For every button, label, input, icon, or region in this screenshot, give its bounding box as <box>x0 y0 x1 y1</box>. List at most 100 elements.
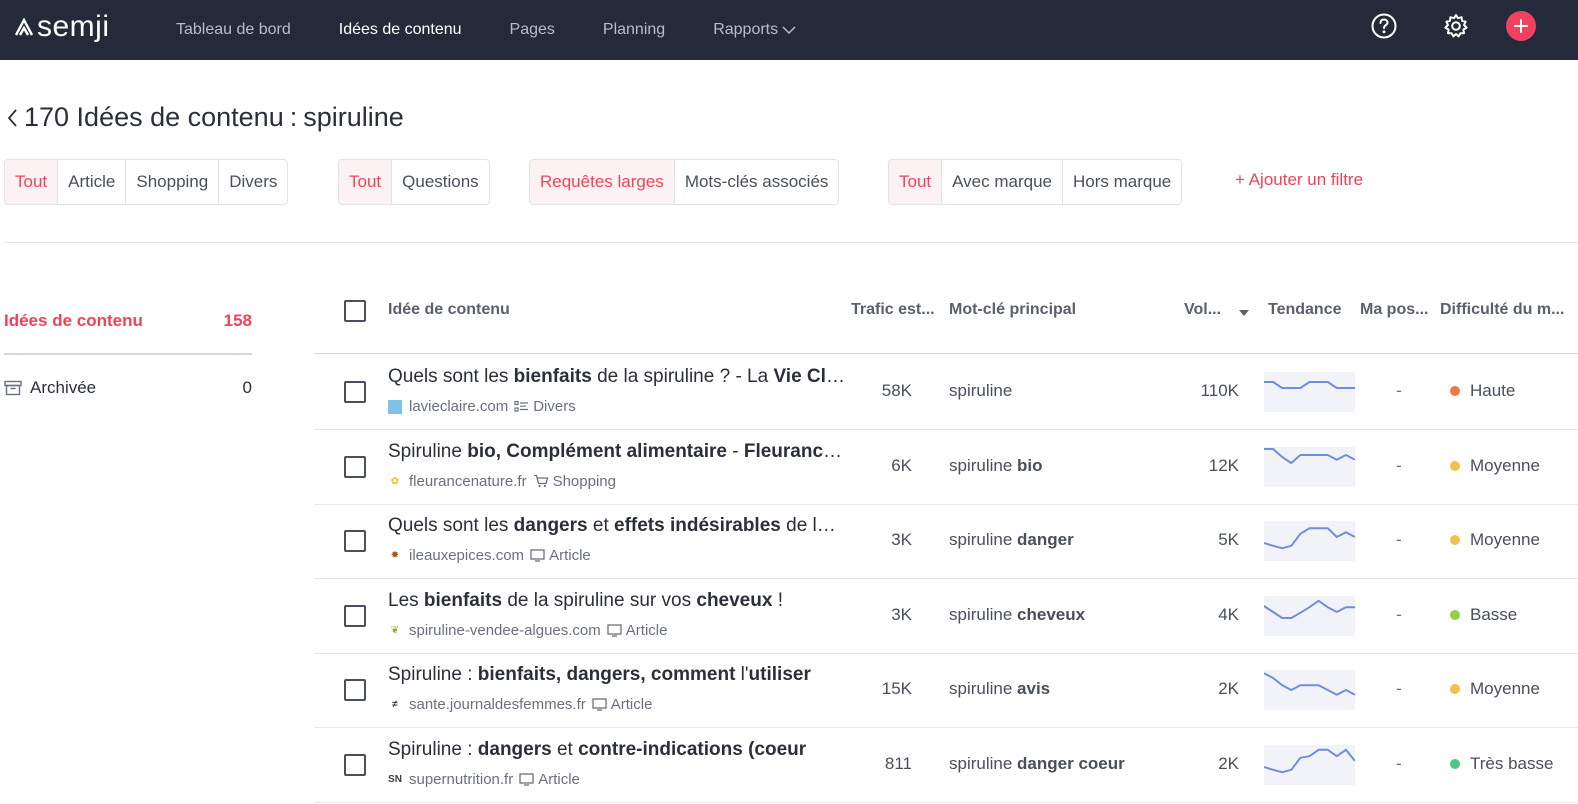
idea-type: Divers <box>533 398 576 415</box>
column-header-difficulty[interactable]: Difficulté du m... <box>1440 301 1578 319</box>
filter-brand-with[interactable]: Avec marque <box>941 160 1062 204</box>
idea-meta: ✸ ileauxepices.com Article <box>388 547 591 564</box>
back-button[interactable] <box>6 107 18 129</box>
nav-item-reports[interactable]: Rapports <box>713 21 796 39</box>
help-button[interactable] <box>1369 11 1399 41</box>
idea-meta: ≠ sante.journaldesfemmes.fr Article <box>388 696 652 713</box>
filter-type-all[interactable]: Tout <box>5 160 58 204</box>
column-header-volume[interactable]: Vol... <box>1184 301 1234 319</box>
chevron-left-icon <box>7 108 17 127</box>
position-value: - <box>1396 753 1402 773</box>
main-keyword[interactable]: spiruline danger <box>949 530 1074 550</box>
position-value: - <box>1396 455 1402 475</box>
table-row[interactable]: Les bienfaits de la spiruline sur vos ch… <box>314 579 1578 654</box>
filter-questions-only[interactable]: Questions <box>391 160 489 204</box>
sort-down-icon[interactable] <box>1238 309 1250 317</box>
table-row[interactable]: Spiruline : dangers et contre-indication… <box>314 728 1578 803</box>
idea-meta: ✿ fleurancenature.fr Shopping <box>388 473 616 490</box>
table-row[interactable]: Spiruline : bienfaits, dangers, comment … <box>314 653 1578 728</box>
traffic-value: 6K <box>891 455 912 475</box>
main-keyword[interactable]: spiruline bio <box>949 456 1043 476</box>
idea-type: Article <box>625 621 668 639</box>
main-nav: Tableau de bord Idées de contenu Pages P… <box>176 0 844 60</box>
filter-type-article[interactable]: Article <box>57 160 125 204</box>
brand-filter: Tout Avec marque Hors marque <box>888 159 1183 205</box>
settings-button[interactable] <box>1441 11 1471 41</box>
row-checkbox[interactable] <box>344 455 366 478</box>
nav-item-dashboard[interactable]: Tableau de bord <box>176 21 291 39</box>
idea-type: Article <box>610 696 653 713</box>
idea-domain[interactable]: fleurancenature.fr <box>409 473 527 490</box>
trend-sparkline <box>1264 744 1355 785</box>
difficulty-dot-icon <box>1450 460 1460 471</box>
idea-title[interactable]: Les bienfaits de la spiruline sur vos ch… <box>388 590 846 612</box>
traffic-value: 811 <box>884 753 912 773</box>
idea-title[interactable]: Spiruline : dangers et contre-indication… <box>388 739 846 761</box>
idea-title[interactable]: Spiruline bio, Complément alimentaire - … <box>388 441 846 463</box>
nav-item-pages[interactable]: Pages <box>510 21 555 39</box>
traffic-value: 3K <box>891 604 912 624</box>
sidebar-item-count: 158 <box>223 311 252 330</box>
plus-icon <box>1514 19 1528 33</box>
idea-type: Shopping <box>552 472 616 490</box>
idea-title[interactable]: Quels sont les dangers et effets indésir… <box>388 515 846 537</box>
site-favicon-icon: ≠ <box>392 699 398 710</box>
difficulty-label: Moyenne <box>1470 455 1540 475</box>
column-header-traffic[interactable]: Trafic est... <box>851 301 941 319</box>
column-header-keyword[interactable]: Mot-clé principal <box>949 301 1076 319</box>
volume-value: 12K <box>1208 455 1239 475</box>
idea-domain[interactable]: supernutrition.fr <box>409 771 513 788</box>
row-checkbox[interactable] <box>344 679 366 701</box>
column-header-idea[interactable]: Idée de contenu <box>388 301 510 319</box>
table-row[interactable]: Spiruline bio, Complément alimentaire - … <box>314 430 1578 505</box>
difficulty-dot-icon <box>1450 386 1460 396</box>
row-checkbox[interactable] <box>344 753 366 776</box>
nav-item-planning[interactable]: Planning <box>603 21 665 39</box>
position-value: - <box>1396 530 1402 549</box>
traffic-value: 3K <box>891 530 912 549</box>
column-header-trend[interactable]: Tendance <box>1268 301 1342 319</box>
idea-domain[interactable]: ileauxepices.com <box>409 547 524 564</box>
main-keyword[interactable]: spiruline cheveux <box>949 605 1085 625</box>
sidebar-item-archived[interactable]: Archivée 0 <box>4 378 252 398</box>
difficulty-label: Basse <box>1470 604 1518 624</box>
select-all-checkbox[interactable] <box>344 300 366 322</box>
difficulty-badge: Moyenne <box>1450 530 1540 550</box>
add-filter-button[interactable]: + Ajouter un filtre <box>1235 170 1363 190</box>
main-keyword[interactable]: spiruline danger coeur <box>949 754 1125 774</box>
chevron-down-icon <box>782 26 796 35</box>
row-checkbox[interactable] <box>344 530 366 552</box>
filter-brand-without[interactable]: Hors marque <box>1062 160 1181 204</box>
main-keyword[interactable]: spiruline avis <box>949 679 1050 699</box>
idea-title[interactable]: Quels sont les bienfaits de la spiruline… <box>388 366 846 388</box>
sidebar-item-content-ideas[interactable]: Idées de contenu 158 <box>4 311 252 331</box>
table-row[interactable]: Quels sont les bienfaits de la spiruline… <box>314 355 1578 430</box>
filter-related-keywords[interactable]: Mots-clés associés <box>673 160 839 204</box>
logo-text: semji <box>37 10 110 43</box>
page-title-keyword: spiruline <box>303 102 404 132</box>
idea-domain[interactable]: sante.journaldesfemmes.fr <box>409 696 586 713</box>
filter-type-shopping[interactable]: Shopping <box>125 160 218 204</box>
list-icon <box>514 400 529 413</box>
row-checkbox[interactable] <box>344 604 366 627</box>
nav-item-content-ideas[interactable]: Idées de contenu <box>339 21 462 39</box>
idea-domain[interactable]: lavieclaire.com <box>409 398 508 415</box>
main-keyword[interactable]: spiruline <box>949 381 1012 401</box>
site-favicon-icon: ❦ <box>390 624 400 636</box>
difficulty-dot-icon <box>1450 684 1460 694</box>
column-header-position[interactable]: Ma pos... <box>1360 301 1440 319</box>
idea-title[interactable]: Spiruline : bienfaits, dangers, comment … <box>388 664 846 686</box>
idea-domain[interactable]: spiruline-vendee-algues.com <box>409 622 601 639</box>
site-favicon-icon: ✸ <box>390 550 400 561</box>
add-button[interactable] <box>1506 11 1536 41</box>
filter-brand-all[interactable]: Tout <box>889 160 942 204</box>
filter-questions-all[interactable]: Tout <box>339 160 392 204</box>
sidebar-item-label: Archivée <box>30 378 97 397</box>
filter-broad-queries[interactable]: Requêtes larges <box>530 160 674 204</box>
position-value: - <box>1396 604 1402 624</box>
semji-logo[interactable]: semji <box>14 10 110 44</box>
page-title: 170 Idées de contenu : spiruline <box>6 102 404 133</box>
filter-type-misc[interactable]: Divers <box>218 160 287 204</box>
table-row[interactable]: Quels sont les dangers et effets indésir… <box>314 504 1578 579</box>
row-checkbox[interactable] <box>344 381 366 403</box>
